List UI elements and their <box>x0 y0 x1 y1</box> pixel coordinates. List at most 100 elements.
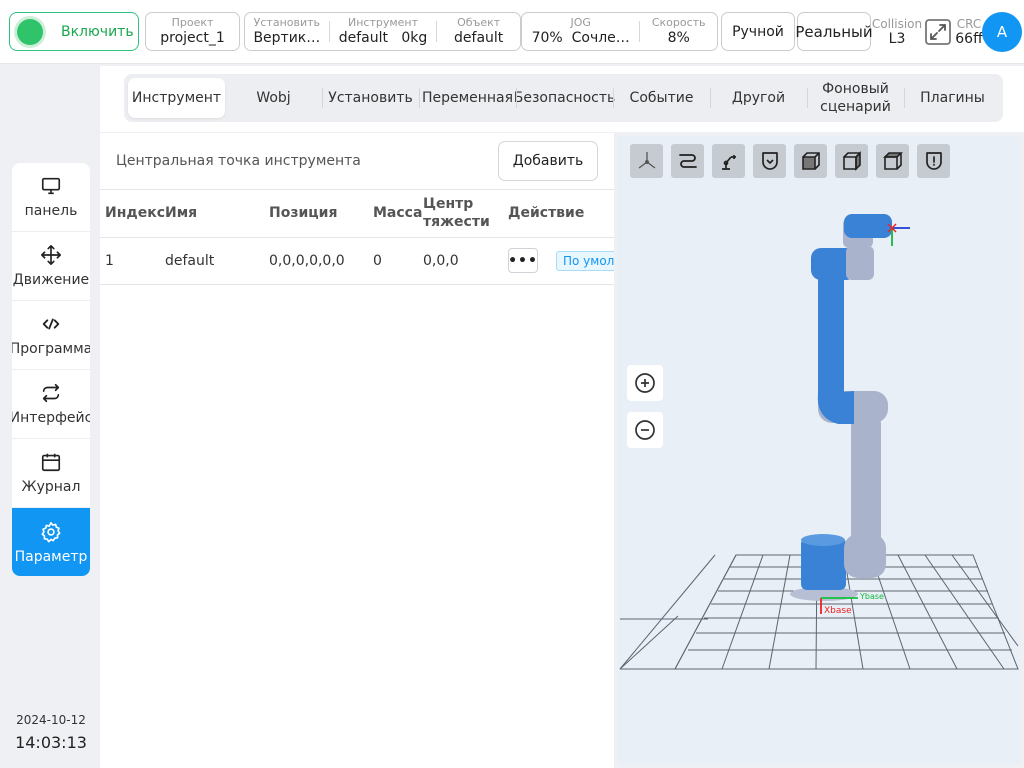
sidebar-item-program[interactable]: Программа <box>12 301 90 370</box>
alert-view-button[interactable] <box>917 144 950 178</box>
robot-icon <box>721 155 736 170</box>
front-view-button[interactable] <box>794 144 827 178</box>
col-position: Позиция <box>264 190 368 238</box>
move-icon <box>41 245 61 265</box>
sidebar: панель Движение Программа Интерфейс Журн… <box>12 163 90 576</box>
settings-tabs-bar: Инструмент Wobj Установить Переменная Бе… <box>100 66 1024 132</box>
install-value: Вертик… <box>253 30 321 46</box>
tcp-panel: Центральная точка инструмента Добавить И… <box>100 133 614 768</box>
robot-arm <box>790 214 892 601</box>
panel-title: Центральная точка инструмента <box>116 153 361 169</box>
power-button[interactable]: Включить <box>9 12 139 51</box>
path-icon <box>678 154 697 168</box>
sidebar-item-settings[interactable]: Параметр <box>12 508 90 576</box>
tab-safety[interactable]: Безопасность <box>514 78 615 118</box>
project-selector[interactable]: Проект project_1 <box>145 12 240 51</box>
side-view-button[interactable] <box>835 144 868 178</box>
gear-icon <box>41 521 61 542</box>
default-tag: По умолчанию <box>556 250 614 271</box>
tool-selector[interactable]: Инструмент default 0kg <box>330 13 437 50</box>
jog-selector[interactable]: JOG 70% Сочле… <box>522 13 639 50</box>
project-label: Проект <box>171 16 214 29</box>
robot-view-button[interactable] <box>712 144 745 178</box>
tab-install[interactable]: Установить <box>322 78 419 118</box>
sidebar-date: 2024-10-12 <box>16 713 86 727</box>
speed-label: Скорость <box>651 16 706 29</box>
sidebar-item-interface[interactable]: Интерфейс <box>12 370 90 439</box>
manual-mode-button[interactable]: Ручной <box>721 12 795 51</box>
crc-label: CRC <box>956 16 982 31</box>
col-index: Индекс <box>100 190 165 238</box>
tool-value: default <box>338 30 388 46</box>
col-action: Действие <box>503 190 614 238</box>
real-mode-button[interactable]: Реальный <box>795 12 873 51</box>
sidebar-item-dashboard[interactable]: панель <box>12 163 90 232</box>
col-mass: Масса <box>368 190 422 238</box>
code-icon <box>42 318 60 330</box>
tab-plugins[interactable]: Плагины <box>904 78 1001 118</box>
sidebar-item-motion[interactable]: Движение <box>12 232 90 301</box>
install-tool-wobj-group: Установить Вертик… Инструмент default 0k… <box>244 12 521 51</box>
crc-value: 66ff <box>955 30 983 47</box>
collision-indicator[interactable]: Collision L3 <box>871 12 923 51</box>
power-status-dot <box>17 18 43 45</box>
sidebar-item-log[interactable]: Журнал <box>12 439 90 508</box>
tab-wobj[interactable]: Wobj <box>225 78 322 118</box>
zoom-out-button[interactable] <box>627 412 663 448</box>
install-selector[interactable]: Установить Вертик… <box>245 13 329 50</box>
top-view-button[interactable] <box>876 144 909 178</box>
table-header-row: Индекс Имя Позиция Масса Центр тяжести Д… <box>100 190 614 238</box>
cell-cog: 0,0,0 <box>418 237 503 285</box>
jog-mode: Сочле… <box>571 30 630 46</box>
tool-payload: 0kg <box>401 30 428 46</box>
tool-label: Инструмент <box>347 16 419 29</box>
table-row[interactable]: 1 default 0,0,0,0,0,0 0 0,0,0 ••• По умол… <box>100 237 614 285</box>
cell-mass: 0 <box>368 237 418 285</box>
safety-view-button[interactable] <box>753 144 786 178</box>
fullscreen-icon[interactable] <box>924 18 952 46</box>
sidebar-item-label: Движение <box>12 272 90 288</box>
wobj-selector[interactable]: Объект default <box>437 13 520 50</box>
robot-scene: Xbase Ybase <box>619 214 1019 670</box>
speed-selector[interactable]: Скорость 8% <box>640 13 717 50</box>
base-y-label: Ybase <box>859 592 884 601</box>
sidebar-item-label: Журнал <box>21 479 81 495</box>
tab-variable[interactable]: Переменная <box>419 78 516 118</box>
col-name: Имя <box>160 190 264 238</box>
zoom-in-button[interactable] <box>627 365 663 401</box>
zoom-in-icon <box>635 373 655 393</box>
tab-tool[interactable]: Инструмент <box>128 78 225 118</box>
cell-index: 1 <box>100 237 160 285</box>
path-view-button[interactable] <box>671 144 704 178</box>
jog-speed-group: JOG 70% Сочле… Скорость 8% <box>521 12 718 51</box>
user-avatar[interactable]: A <box>982 12 1022 52</box>
swap-icon <box>42 383 60 403</box>
tab-other[interactable]: Другой <box>710 78 807 118</box>
sidebar-item-label: панель <box>24 203 78 219</box>
axes-view-button[interactable] <box>630 144 663 178</box>
robot-3d-viewport[interactable]: Xbase Ybase <box>618 136 1020 765</box>
speed-value: 8% <box>667 30 690 46</box>
shield-alert-icon <box>925 152 942 170</box>
calendar-icon <box>41 453 61 472</box>
settings-tabs: Инструмент Wobj Установить Переменная Бе… <box>124 74 1003 122</box>
tab-background-script[interactable]: Фоновый сценарий <box>807 78 904 118</box>
top-bar: Включить Проект project_1 Установить Вер… <box>0 0 1024 64</box>
add-button[interactable]: Добавить <box>498 141 598 181</box>
col-cog: Центр тяжести <box>418 190 503 238</box>
sidebar-item-label: Интерфейс <box>12 410 90 426</box>
cube-side-icon <box>842 151 861 171</box>
wobj-value: default <box>454 30 504 46</box>
tab-event[interactable]: Событие <box>613 78 710 118</box>
collision-value: L3 <box>888 30 906 47</box>
more-actions-button[interactable]: ••• <box>508 248 538 273</box>
axes-view-icon <box>638 152 655 169</box>
cell-name: default <box>160 237 264 285</box>
project-value: project_1 <box>160 30 225 46</box>
cube-front-icon <box>801 152 820 170</box>
sidebar-item-label: Параметр <box>14 548 88 565</box>
install-label: Установить <box>253 16 321 29</box>
sidebar-time: 14:03:13 <box>15 733 87 752</box>
zoom-out-icon <box>635 420 655 440</box>
wobj-label: Объект <box>457 16 501 29</box>
